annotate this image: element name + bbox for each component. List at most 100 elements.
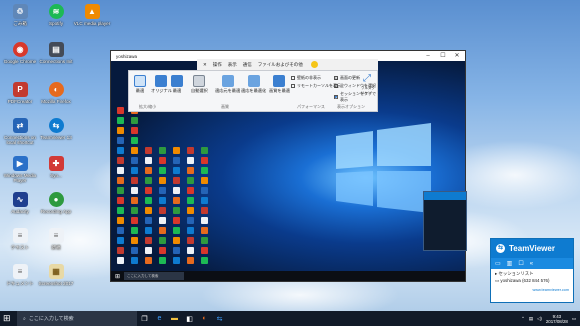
toolbar-actions[interactable]: 操作	[213, 62, 222, 68]
desktop-icon-text-file[interactable]: ≡ テキスト	[0, 228, 40, 250]
remote-desktop-icon	[159, 187, 166, 194]
remote-desktop-icon	[201, 147, 208, 154]
desktop-icon-vlc[interactable]: ▲ VLC media player	[72, 4, 112, 26]
teamviewer-title: TeamViewer	[509, 244, 555, 253]
remote-desktop-icon	[131, 117, 138, 124]
desktop-icon-new-file[interactable]: ≡ 新規	[36, 228, 76, 250]
teamviewer-tools: ▭ ▥ ☐ «	[491, 258, 573, 269]
remote-desktop-icon	[173, 197, 180, 204]
remote-desktop-icon	[159, 157, 166, 164]
session-entry[interactable]: ▭ yoshizawa (632 844 576)	[495, 278, 569, 284]
remote-desktop-icon	[201, 177, 208, 184]
text-file-icon: ≡	[12, 228, 28, 243]
desktop-icon-teamviewer[interactable]: ⇆ TeamViewer 13	[36, 118, 76, 140]
desktop-icon-pdfcreator[interactable]: P PDFCreator	[0, 82, 40, 104]
remote-desktop-icon	[117, 117, 124, 124]
desktop-icon-media-player[interactable]: ▶ Windows Media Player	[0, 156, 40, 183]
chat-icon[interactable]: ☐	[518, 260, 523, 267]
remote-desktop-icon	[187, 247, 194, 254]
remote-search-box: ここに入力して検索	[124, 272, 185, 280]
edge-icon[interactable]: e	[152, 311, 167, 326]
desktop-icon-app[interactable]: ✚ Syn...	[36, 156, 76, 178]
check-hide-wallpaper[interactable]: 壁紙の非表示	[291, 75, 321, 81]
remote-desktop-icon	[131, 157, 138, 164]
ribbon-button-custom[interactable]: 画質を最適	[269, 75, 290, 94]
remote-desktop-icon	[131, 237, 138, 244]
remote-desktop-icon	[131, 137, 138, 144]
desktop-icon-chrome[interactable]: ◉ Google Chrome	[0, 42, 40, 64]
toolbar-communicate[interactable]: 通信	[243, 62, 252, 68]
close-button[interactable]: ✕	[450, 51, 464, 61]
firefox-taskbar-icon[interactable]: ◐	[197, 311, 212, 326]
remote-desktop-icon	[145, 217, 152, 224]
remote-desktop-icon	[117, 127, 124, 134]
video-icon[interactable]: ▭	[495, 260, 501, 267]
remote-desktop-icon	[173, 247, 180, 254]
remote-teamviewer-panel	[423, 191, 467, 251]
session-list-header: ▸ セッションリスト	[495, 271, 534, 276]
store-icon[interactable]: ◧	[182, 311, 197, 326]
volume-icon[interactable]: ◁)	[537, 316, 542, 322]
teamviewer-taskbar-icon[interactable]: ⇆	[212, 311, 227, 326]
recycle-bin-icon: ♲	[12, 4, 28, 19]
remote-desktop-icon	[201, 217, 208, 224]
task-view-icon[interactable]: ❐	[137, 311, 152, 326]
desktop-icon-network[interactable]: ⇄ Connections on local shortcut	[0, 118, 40, 145]
tray-arrow-icon[interactable]: ⌃	[521, 316, 525, 322]
document-icon: ≡	[12, 264, 28, 279]
toolbar-files-extras[interactable]: ファイルおよびその他	[258, 62, 303, 68]
remote-desktop-icon	[187, 177, 194, 184]
taskbar-search[interactable]: ⌕ ここに入力して検索	[17, 311, 137, 326]
explorer-icon[interactable]: ▬	[167, 311, 182, 326]
remote-desktop-icon	[131, 217, 138, 224]
teamviewer-toolbar[interactable]: ✕ 操作 表示 通信 ファイルおよびその他	[197, 59, 378, 70]
desktop-icon-connections[interactable]: ▤ Connections Init	[36, 42, 76, 64]
notification-icon[interactable]: ▭	[572, 316, 576, 322]
desktop-icon-spotify[interactable]: ≋ Spotify	[36, 4, 76, 26]
remote-desktop-icon	[159, 147, 166, 154]
remote-desktop-icon	[173, 257, 180, 264]
maximize-button[interactable]: ☐	[436, 51, 450, 61]
teamviewer-link[interactable]: www.teamviewer.com	[495, 287, 569, 293]
clock[interactable]: 9:43 2017/08/28	[546, 314, 568, 324]
window-icon: ▭	[334, 84, 339, 89]
remote-desktop-icon	[117, 167, 124, 174]
ribbon-button-auto[interactable]: 自動選択	[191, 75, 208, 94]
check-refresh[interactable]: ↻ 画面の更新	[334, 75, 360, 81]
smiley-icon[interactable]	[310, 61, 318, 68]
remote-desktop-icon	[145, 157, 152, 164]
remote-desktop-icon	[159, 167, 166, 174]
remote-desktop-icon	[159, 237, 166, 244]
fullscreen-button[interactable]: ⤢ フルスクリーン	[361, 73, 377, 96]
ribbon-button-quality[interactable]: 適応を最適化	[241, 75, 266, 94]
desktop-icon-firefox[interactable]: ◐ Mozilla Firefox	[36, 82, 76, 104]
remote-desktop-icon	[145, 257, 152, 264]
remote-desktop-icon	[145, 177, 152, 184]
original-icon	[155, 75, 168, 87]
collapse-icon[interactable]: «	[530, 261, 533, 267]
teamviewer-panel: ⇆ TeamViewer ▭ ▥ ☐ « ▸ セッションリスト ▭ yoshiz…	[490, 238, 574, 303]
remote-desktop-icon	[131, 167, 138, 174]
ribbon-button-scale[interactable]: 最適	[171, 75, 183, 94]
ribbon-button-fit[interactable]: 最適	[134, 75, 146, 94]
toolbar-close[interactable]: ✕	[203, 62, 207, 68]
desktop-icon-image-file[interactable]: ▦ Screenshot 2017	[36, 264, 76, 286]
desktop-icon-recycle-bin[interactable]: ♲ ごみ箱	[0, 4, 40, 26]
file-icon[interactable]: ▥	[507, 260, 513, 267]
session-list: ▸ セッションリスト ▭ yoshizawa (632 844 576) www…	[491, 269, 573, 295]
remote-desktop-icon	[117, 187, 124, 194]
desktop-icon-audacity[interactable]: ∿ Audacity	[0, 192, 40, 214]
remote-desktop-icon	[131, 187, 138, 194]
desktop-icon-recorder[interactable]: ● Recording App	[36, 192, 76, 214]
ribbon-button-original[interactable]: オリジナル	[151, 75, 172, 94]
ribbon-button-speed[interactable]: 適応元を最適	[215, 75, 240, 94]
remote-desktop-icon	[159, 247, 166, 254]
app-icon: ✚	[48, 156, 64, 171]
remote-desktop-icon	[145, 197, 152, 204]
start-button-icon[interactable]: ⊞	[3, 313, 11, 324]
network-tray-icon[interactable]: ▤	[529, 316, 533, 322]
desktop-icon-document[interactable]: ≡ ドキュメント	[0, 264, 40, 286]
firefox-icon: ◐	[48, 82, 64, 97]
toolbar-view[interactable]: 表示	[228, 62, 237, 68]
minimize-button[interactable]: –	[421, 51, 435, 61]
